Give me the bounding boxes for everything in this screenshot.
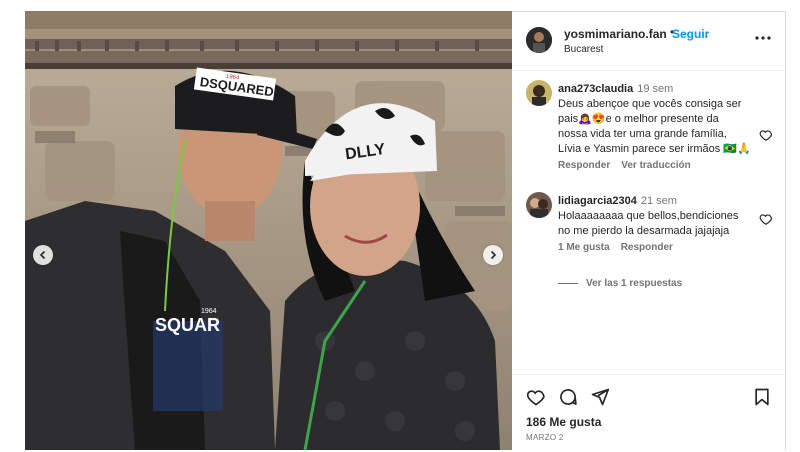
comments-list: ana273claudia 19 sem Deus abençoe que voc…: [512, 70, 785, 370]
comment-line: Lívia e Yasmin parece ser irmãos 🇧🇷🙏: [558, 143, 751, 155]
more-options-icon[interactable]: [754, 29, 772, 47]
shirt-year-text: 1964: [201, 308, 217, 315]
like-heart-icon[interactable]: [526, 387, 546, 407]
save-bookmark-icon[interactable]: [752, 387, 772, 407]
chevron-right-icon: [490, 250, 497, 260]
author-username[interactable]: yosmimariano.fan: [564, 27, 667, 41]
prev-photo-button[interactable]: [33, 245, 53, 265]
post-location[interactable]: Bucarest: [564, 44, 603, 55]
replies-divider: [558, 283, 578, 284]
likes-count[interactable]: 186 Me gusta: [526, 415, 601, 429]
chevron-left-icon: [39, 250, 46, 260]
post-photo[interactable]: SQUAR 1964 DSQUARED 1964 DLLY: [25, 11, 512, 450]
comment-meta: 1 Me gusta Responder: [558, 242, 684, 253]
view-replies-button[interactable]: Ver las 1 respuestas: [558, 278, 682, 289]
reply-button[interactable]: Responder: [558, 160, 610, 171]
comment-likes[interactable]: 1 Me gusta: [558, 242, 610, 253]
view-replies-label: Ver las 1 respuestas: [586, 278, 683, 289]
comment-time[interactable]: 19 sem: [637, 83, 673, 95]
comment-line: no me pierdo la desarmada jajajaja: [558, 225, 730, 237]
comment-text: lidiagarcia2304 21 sem Holaaaaaaaa que be…: [558, 194, 758, 239]
comment-line: Holaaaaaaaa que bellos,bendiciones: [558, 210, 739, 222]
comment-text: ana273claudia 19 sem Deus abençoe que voc…: [558, 82, 758, 157]
reply-button[interactable]: Responder: [621, 242, 673, 253]
post-side-panel: yosmimariano.fan • Seguir Bucarest ana27…: [512, 11, 786, 450]
comment-line: pais🙇‍♀️😍e o melhor presente da: [558, 113, 719, 125]
comment-username[interactable]: ana273claudia: [558, 83, 633, 95]
share-send-icon[interactable]: [590, 387, 610, 407]
comment-item: lidiagarcia2304 21 sem Holaaaaaaaa que be…: [526, 192, 776, 302]
commenter-avatar[interactable]: [526, 80, 552, 106]
shirt-print-text: SQUAR: [155, 315, 220, 335]
comment-meta: Responder Ver traducción: [558, 160, 702, 171]
commenter-avatar[interactable]: [526, 192, 552, 218]
next-photo-button[interactable]: [483, 245, 503, 265]
comment-time[interactable]: 21 sem: [641, 195, 677, 207]
photo-illustration: SQUAR 1964 DSQUARED 1964 DLLY: [25, 11, 512, 450]
post-header: yosmimariano.fan • Seguir Bucarest: [512, 12, 785, 71]
post-actions: 186 Me gusta MARZO 2: [512, 374, 785, 452]
comment-bubble-icon[interactable]: [558, 387, 578, 407]
translate-button[interactable]: Ver traducción: [621, 160, 690, 171]
comment-username[interactable]: lidiagarcia2304: [558, 195, 637, 207]
like-comment-heart-icon[interactable]: [759, 128, 773, 142]
author-avatar[interactable]: [526, 27, 552, 53]
comment-line: nossa vida ter uma grande família,: [558, 128, 727, 140]
follow-button[interactable]: Seguir: [672, 27, 709, 41]
post-date[interactable]: MARZO 2: [526, 433, 564, 442]
left-gutter: [0, 0, 25, 450]
comment-line: Deus abençoe que vocês consiga ser: [558, 98, 742, 110]
like-comment-heart-icon[interactable]: [759, 212, 773, 226]
comment-item: ana273claudia 19 sem Deus abençoe que voc…: [526, 80, 776, 190]
